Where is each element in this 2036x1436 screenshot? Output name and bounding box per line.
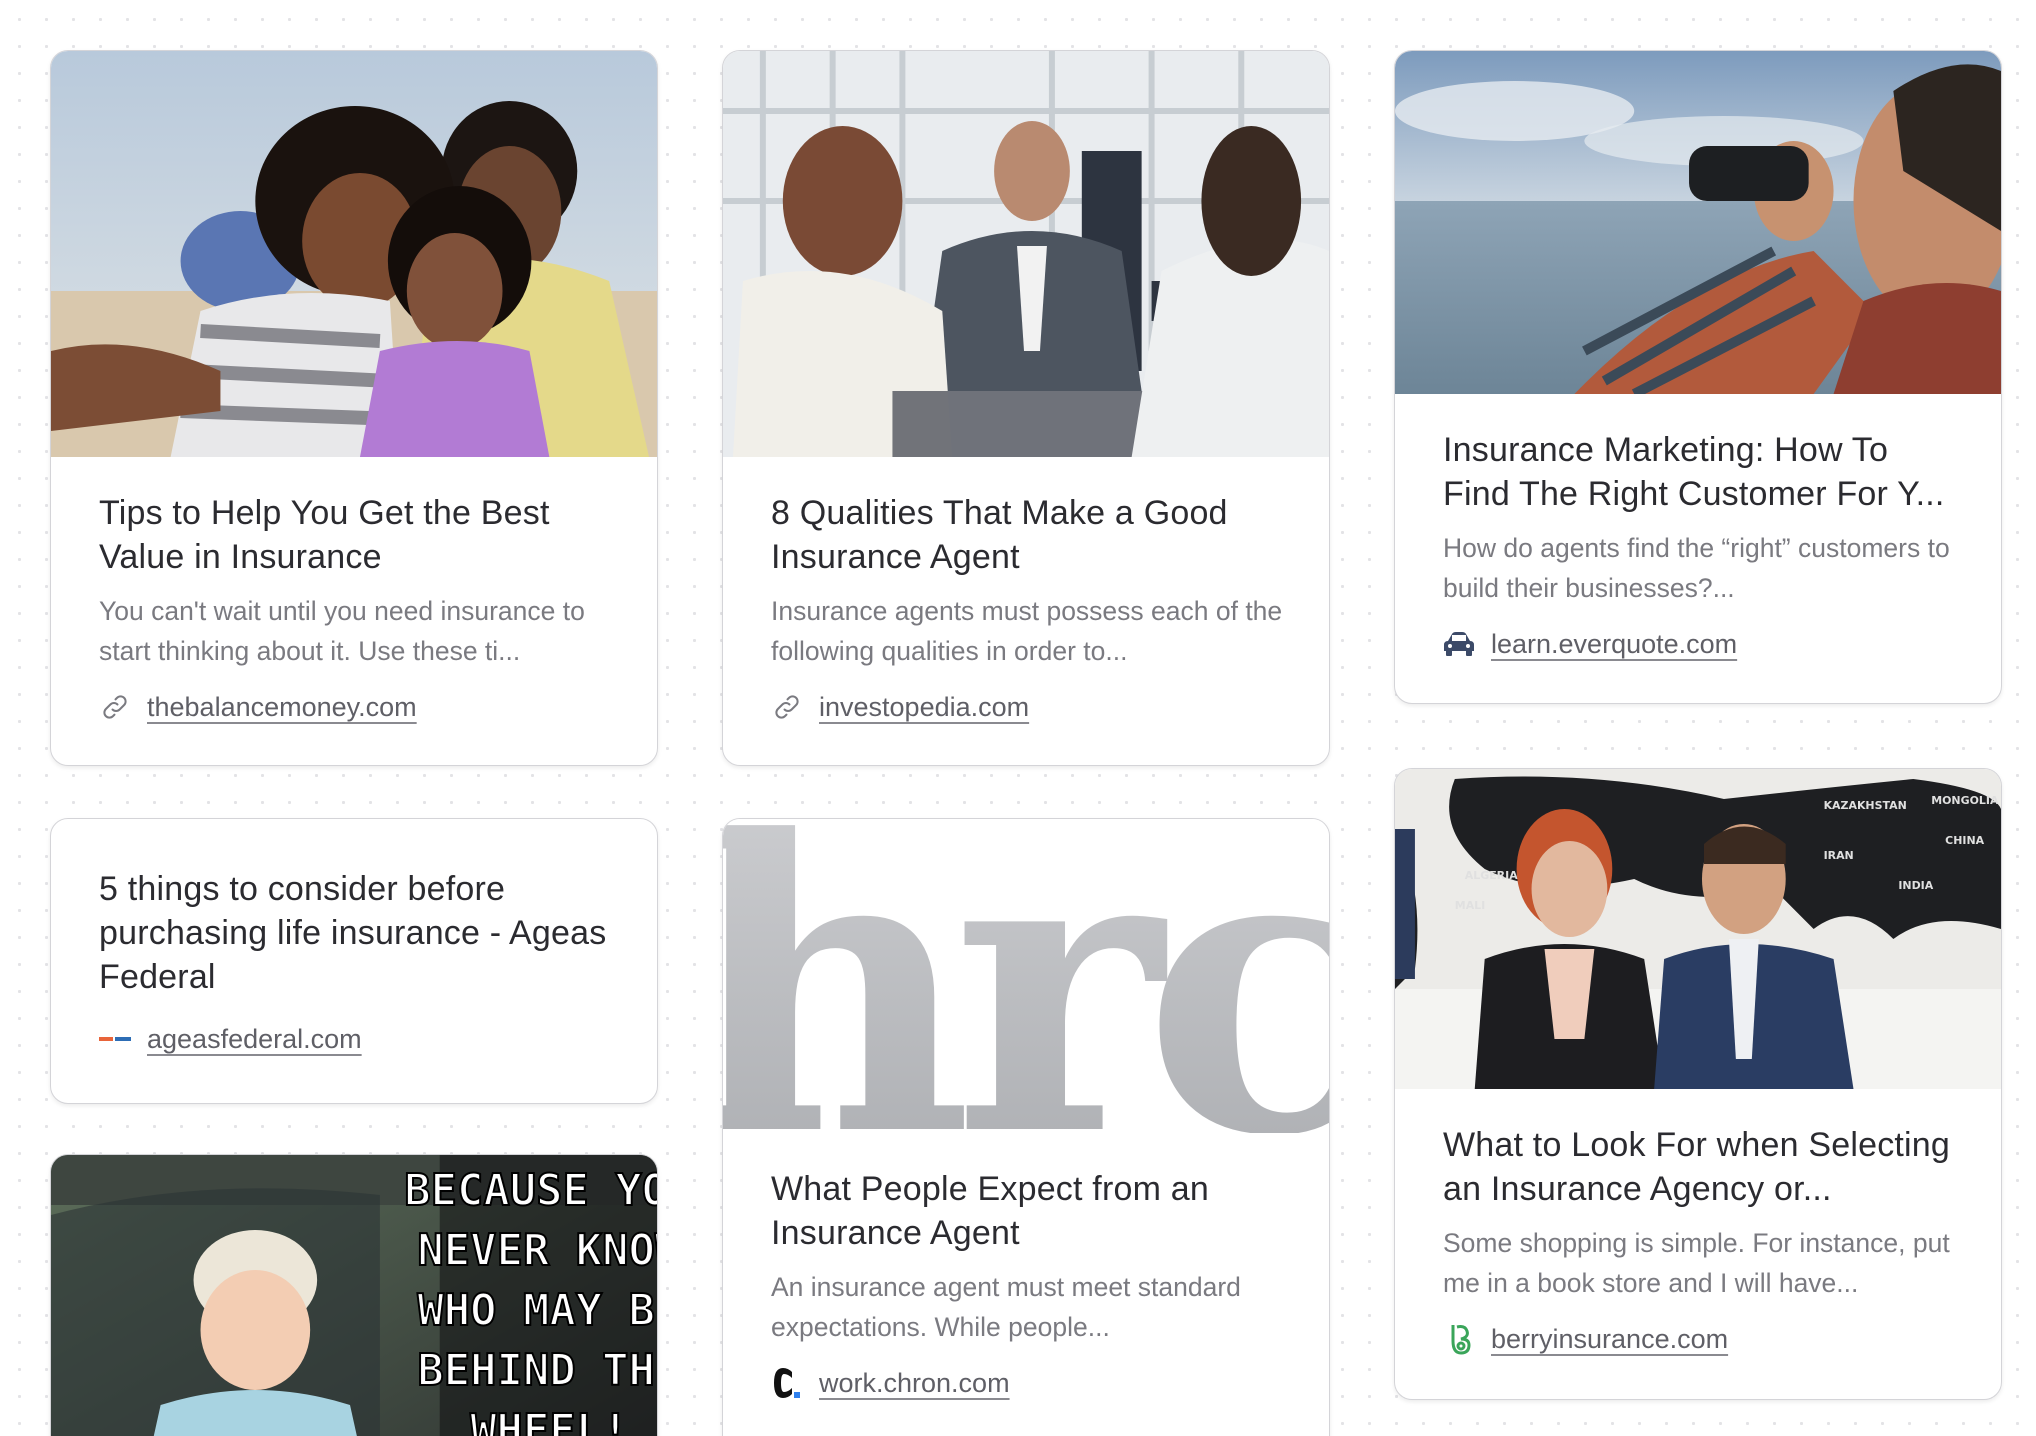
card-title[interactable]: 5 things to consider before purchasing l… <box>99 867 617 999</box>
source-link[interactable]: ageasfederal.com <box>147 1024 362 1055</box>
card-source: thebalancemoney.com <box>99 687 617 727</box>
office-meeting-image <box>723 51 1329 457</box>
family-selfie-image <box>51 51 657 457</box>
card-source: work.chron.com <box>771 1363 1289 1403</box>
card-title[interactable]: Insurance Marketing: How To Find The Rig… <box>1443 428 1961 516</box>
meme-line: BEHIND THE <box>417 1345 657 1396</box>
bookmark-card-chron[interactable]: hrc What People Expect from an Insurance… <box>722 818 1330 1436</box>
car-icon <box>1443 628 1475 660</box>
chron-thumb-text: hrc <box>723 819 1329 1133</box>
meme-line: BECAUSE YOU <box>404 1165 657 1216</box>
card-body: Tips to Help You Get the Best Value in I… <box>99 491 617 727</box>
source-link[interactable]: berryinsurance.com <box>1491 1324 1728 1355</box>
map-label: CHINA <box>1945 834 1984 847</box>
card-body: 5 things to consider before purchasing l… <box>99 867 617 1059</box>
business-meeting-map-image: KAZAKHSTAN MONGOLIA CHINA INDIA MALI ALG… <box>1395 769 2001 1089</box>
baby-driver-meme-image: BECAUSE YOU NEVER KNOW WHO MAY BE BEHIND… <box>51 1155 657 1436</box>
meme-line: WHO MAY BE <box>417 1285 657 1336</box>
source-link[interactable]: work.chron.com <box>819 1368 1010 1399</box>
map-label: INDIA <box>1898 879 1933 892</box>
card-body: What People Expect from an Insurance Age… <box>771 1167 1289 1403</box>
ageas-logo-icon <box>99 1023 131 1055</box>
card-description: You can't wait until you need insurance … <box>99 596 585 666</box>
meme-line: NEVER KNOW <box>417 1225 657 1276</box>
chron-logo-image: hrc <box>723 819 1329 1133</box>
map-label: MALI <box>1455 899 1485 912</box>
card-title[interactable]: What to Look For when Selecting an Insur… <box>1443 1123 1961 1211</box>
source-link[interactable]: thebalancemoney.com <box>147 692 417 723</box>
bookmark-card-berry[interactable]: KAZAKHSTAN MONGOLIA CHINA INDIA MALI ALG… <box>1394 768 2002 1400</box>
link-icon <box>771 691 803 723</box>
bookmark-card-everquote[interactable]: Insurance Marketing: How To Find The Rig… <box>1394 50 2002 704</box>
chron-logo-icon <box>771 1367 803 1399</box>
link-icon <box>99 691 131 723</box>
map-label: KAZAKHSTAN <box>1824 799 1907 812</box>
card-source: learn.everquote.com <box>1443 624 1961 664</box>
card-title[interactable]: Tips to Help You Get the Best Value in I… <box>99 491 617 579</box>
card-body: 8 Qualities That Make a Good Insurance A… <box>771 491 1289 727</box>
card-description: Insurance agents must possess each of th… <box>771 596 1283 666</box>
card-source: berryinsurance.com <box>1443 1319 1961 1359</box>
map-label: ALGERIA <box>1465 869 1518 882</box>
source-link[interactable]: learn.everquote.com <box>1491 629 1737 660</box>
meme-line: WHEEL! <box>470 1405 628 1436</box>
card-description: How do agents find the “right” customers… <box>1443 533 1950 603</box>
bookmark-card-ageas[interactable]: 5 things to consider before purchasing l… <box>50 818 658 1104</box>
berry-logo-icon <box>1443 1323 1475 1355</box>
source-link[interactable]: investopedia.com <box>819 692 1029 723</box>
card-description: Some shopping is simple. For instance, p… <box>1443 1228 1950 1298</box>
map-label: IRAN <box>1824 849 1854 862</box>
card-description: An insurance agent must meet standard ex… <box>771 1272 1241 1342</box>
card-body: Insurance Marketing: How To Find The Rig… <box>1443 428 1961 664</box>
card-source: investopedia.com <box>771 687 1289 727</box>
bookmark-card-meme[interactable]: BECAUSE YOU NEVER KNOW WHO MAY BE BEHIND… <box>50 1154 658 1436</box>
card-source: ageasfederal.com <box>99 1019 617 1059</box>
card-board: Tips to Help You Get the Best Value in I… <box>0 0 2036 1436</box>
card-title[interactable]: What People Expect from an Insurance Age… <box>771 1167 1289 1255</box>
card-title[interactable]: 8 Qualities That Make a Good Insurance A… <box>771 491 1289 579</box>
bookmark-card-investopedia[interactable]: 8 Qualities That Make a Good Insurance A… <box>722 50 1330 766</box>
binoculars-man-image <box>1395 51 2001 394</box>
map-label: MONGOLIA <box>1931 794 1999 807</box>
card-body: What to Look For when Selecting an Insur… <box>1443 1123 1961 1359</box>
bookmark-card-balance[interactable]: Tips to Help You Get the Best Value in I… <box>50 50 658 766</box>
